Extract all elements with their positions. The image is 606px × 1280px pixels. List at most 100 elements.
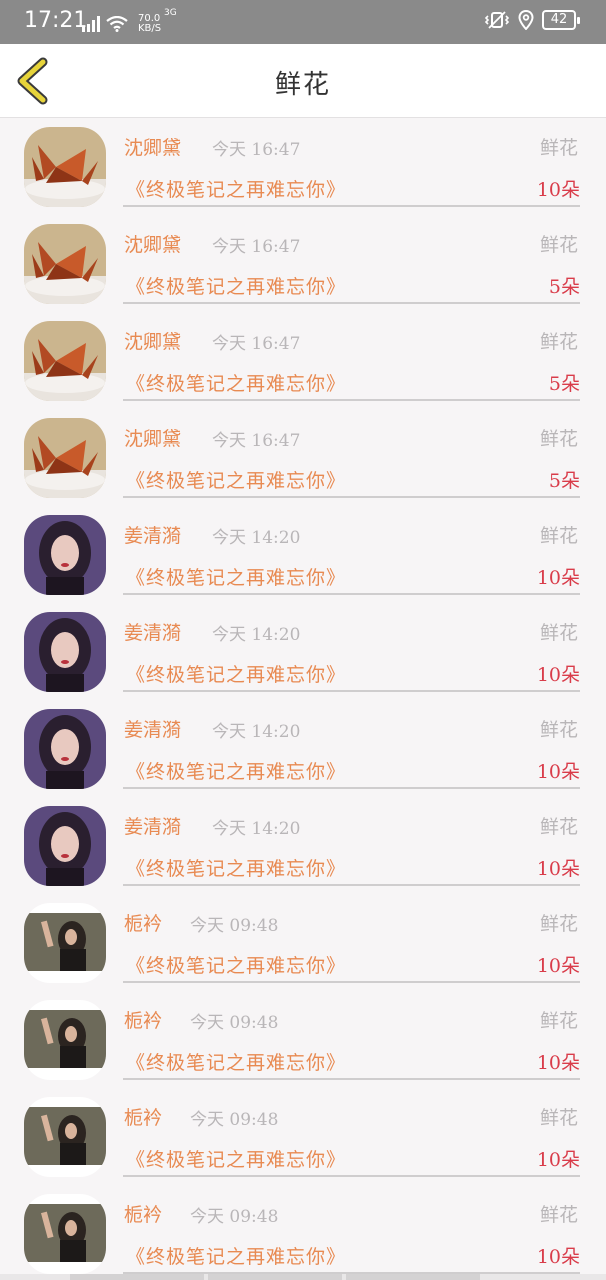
divider (123, 1175, 580, 1177)
timestamp: 今天 16:47 (212, 237, 301, 257)
gift-quantity: 5朵 (548, 373, 580, 395)
divider (123, 496, 580, 498)
book-title: 《终极笔记之再难忘你》 (126, 470, 347, 492)
sender-name: 栀衿 (124, 1107, 163, 1129)
nav-bar: 鲜花 (0, 44, 606, 118)
list-item[interactable]: 栀衿 今天 09:48 鲜花 《终极笔记之再难忘你》 10朵 (0, 1089, 606, 1186)
divider (123, 399, 580, 401)
sender-name: 栀衿 (124, 913, 163, 935)
sender-name: 姜清漪 (124, 816, 182, 838)
book-title: 《终极笔记之再难忘你》 (126, 1246, 347, 1268)
sender-name: 姜清漪 (124, 719, 182, 741)
location-icon (518, 10, 534, 30)
status-left-icons: 3G 70.0 KB/S (82, 8, 177, 34)
list-item[interactable]: 沈卿黛 今天 16:47 鲜花 《终极笔记之再难忘你》 5朵 (0, 410, 606, 507)
book-title: 《终极笔记之再难忘你》 (126, 1052, 347, 1074)
timestamp: 今天 09:48 (190, 1110, 279, 1130)
avatar[interactable] (24, 418, 106, 498)
sender-name: 姜清漪 (124, 525, 182, 547)
avatar[interactable] (24, 321, 106, 401)
timestamp: 今天 14:20 (212, 819, 301, 839)
gift-quantity: 10朵 (536, 955, 580, 977)
divider (123, 981, 580, 983)
gift-quantity: 5朵 (548, 470, 580, 492)
list-item[interactable]: 沈卿黛 今天 16:47 鲜花 《终极笔记之再难忘你》 10朵 (0, 119, 606, 216)
avatar[interactable] (24, 612, 106, 692)
divider (123, 787, 580, 789)
list-item[interactable]: 栀衿 今天 09:48 鲜花《终极笔记之再难忘你》 10朵 (0, 895, 606, 992)
list-item[interactable]: 沈卿黛 今天 16:47 鲜花《终极笔记之再难忘你》 5朵 (0, 216, 606, 313)
list-item[interactable]: 栀衿 今天 09:48 鲜花 《终极笔记之再难忘你》 10朵 (0, 992, 606, 1089)
list-item[interactable]: 姜清漪 今天 14:20 鲜花《终极笔记之再难忘你》 10朵 (0, 701, 606, 798)
bottom-strip (0, 1274, 606, 1280)
speed-unit: KB/S (138, 23, 162, 34)
page-title: 鲜花 (274, 70, 331, 100)
sender-name: 沈卿黛 (124, 428, 182, 450)
status-time: 17:21 (24, 8, 88, 33)
divider (123, 205, 580, 207)
status-right-icons: 42 (484, 10, 580, 30)
sender-name: 栀衿 (124, 1010, 163, 1032)
list-item[interactable]: 姜清漪 今天 14:20 鲜花《终极笔记之再难忘你》 10朵 (0, 798, 606, 895)
book-title: 《终极笔记之再难忘你》 (126, 664, 347, 686)
gift-quantity: 10朵 (536, 179, 580, 201)
avatar[interactable] (24, 806, 106, 886)
timestamp: 今天 16:47 (212, 334, 301, 354)
list-item[interactable]: 姜清漪 今天 14:20 鲜花《终极笔记之再难忘你》 10朵 (0, 604, 606, 701)
gift-quantity: 10朵 (536, 858, 580, 880)
timestamp: 今天 16:47 (212, 431, 301, 451)
sender-name: 姜清漪 (124, 622, 182, 644)
avatar[interactable] (24, 127, 106, 207)
timestamp: 今天 14:20 (212, 722, 301, 742)
gift-quantity: 5朵 (548, 276, 580, 298)
signal-icon (82, 16, 100, 32)
gift-record-list: 沈卿黛 今天 16:47 鲜花 《终极笔记之再难忘你》 10朵 沈卿黛 今天 16:47 鲜花… (0, 119, 606, 1280)
avatar[interactable] (24, 515, 106, 595)
gift-type: 鲜花 (539, 234, 578, 256)
gift-type: 鲜花 (539, 1107, 578, 1129)
book-title: 《终极笔记之再难忘你》 (126, 761, 347, 783)
gift-type: 鲜花 (539, 622, 578, 644)
gift-type: 鲜花 (539, 719, 578, 741)
gift-type: 鲜花 (539, 1204, 578, 1226)
book-title: 《终极笔记之再难忘你》 (126, 955, 347, 977)
vibrate-icon (484, 11, 510, 29)
avatar[interactable] (24, 1000, 106, 1080)
sender-name: 沈卿黛 (124, 137, 182, 159)
network-speed: 70.0 KB/S (138, 14, 161, 34)
divider (123, 302, 580, 304)
list-item[interactable]: 姜清漪 今天 14:20 鲜花 《终极笔记之再难忘你》 10朵 (0, 507, 606, 604)
book-title: 《终极笔记之再难忘你》 (126, 1149, 347, 1171)
gift-quantity: 10朵 (536, 761, 580, 783)
sender-name: 沈卿黛 (124, 234, 182, 256)
status-bar: 17:21 3G 70.0 KB/S 42 (0, 0, 606, 44)
network-type: 3G (164, 8, 177, 18)
book-title: 《终极笔记之再难忘你》 (126, 276, 347, 298)
timestamp: 今天 16:47 (212, 140, 301, 160)
book-title: 《终极笔记之再难忘你》 (126, 373, 347, 395)
timestamp: 今天 09:48 (190, 916, 279, 936)
battery-icon: 42 (542, 10, 580, 30)
gift-type: 鲜花 (539, 1010, 578, 1032)
divider (123, 593, 580, 595)
avatar[interactable] (24, 1194, 106, 1274)
sender-name: 栀衿 (124, 1204, 163, 1226)
gift-type: 鲜花 (539, 816, 578, 838)
avatar[interactable] (24, 903, 106, 983)
timestamp: 今天 09:48 (190, 1207, 279, 1227)
wifi-icon (106, 16, 128, 32)
timestamp: 今天 14:20 (212, 528, 301, 548)
gift-type: 鲜花 (539, 525, 578, 547)
gift-type: 鲜花 (539, 913, 578, 935)
gift-quantity: 10朵 (536, 664, 580, 686)
divider (123, 1078, 580, 1080)
avatar[interactable] (24, 224, 106, 304)
timestamp: 今天 14:20 (212, 625, 301, 645)
divider (123, 884, 580, 886)
list-item[interactable]: 栀衿 今天 09:48 鲜花《终极笔记之再难忘你》 10朵 (0, 1186, 606, 1280)
gift-quantity: 10朵 (536, 1246, 580, 1268)
book-title: 《终极笔记之再难忘你》 (126, 858, 347, 880)
avatar[interactable] (24, 1097, 106, 1177)
list-item[interactable]: 沈卿黛 今天 16:47 鲜花 《终极笔记之再难忘你》 5朵 (0, 313, 606, 410)
avatar[interactable] (24, 709, 106, 789)
